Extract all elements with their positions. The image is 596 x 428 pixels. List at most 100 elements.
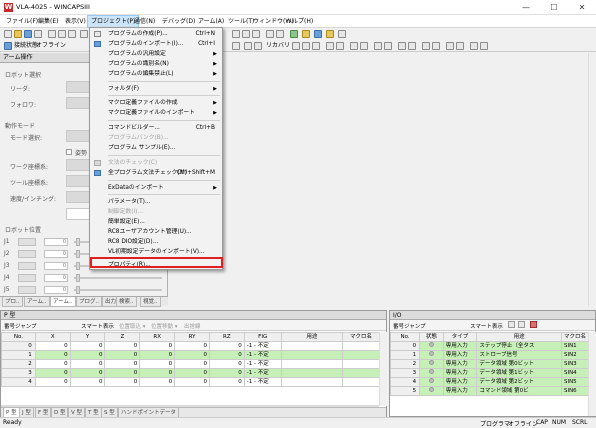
menu-item-syntax-check[interactable]: 文法のチェック(C) bbox=[91, 158, 221, 168]
connect-icon[interactable] bbox=[4, 42, 12, 50]
toolbar-icon-l[interactable] bbox=[360, 42, 368, 50]
table-row[interactable]: 1 専用入力 ストローブ信号 SIN2 bbox=[389, 350, 590, 360]
menu-item-dio-settings[interactable]: RC8 DIO設定(D)... bbox=[91, 237, 221, 247]
menu-view[interactable]: 表示(V) bbox=[62, 15, 89, 28]
monitor-icon[interactable] bbox=[314, 30, 322, 38]
menu-item-program-sample[interactable]: プログラム サンプル(E)... bbox=[91, 143, 221, 153]
recovery-button[interactable]: リカバリ bbox=[266, 42, 290, 50]
number-jump-button[interactable]: 番号ジャンプ bbox=[4, 322, 37, 330]
column-header[interactable]: マクロ名 bbox=[560, 332, 590, 342]
menu-item-parameters[interactable]: パラメータ(T)... bbox=[91, 197, 221, 207]
column-header[interactable]: マクロ名 bbox=[342, 332, 380, 342]
pause-icon[interactable] bbox=[244, 42, 252, 50]
column-header[interactable]: RY bbox=[174, 332, 210, 342]
column-header[interactable]: Z bbox=[104, 332, 141, 342]
toolbar-icon-j[interactable] bbox=[336, 42, 344, 50]
joint-jog-buttons[interactable] bbox=[18, 274, 36, 282]
joint-slider-thumb[interactable] bbox=[76, 250, 80, 258]
joint-jog-buttons[interactable] bbox=[18, 286, 36, 294]
table-row[interactable]: 5 専用入力 コマンド領域 第0ビ SIN6 bbox=[389, 386, 590, 396]
discard-line-button[interactable]: 出捨線 bbox=[184, 322, 201, 330]
column-header[interactable]: 用途 bbox=[476, 332, 562, 342]
menu-item-create-program[interactable]: プログラムの作成(P)... Ctrl+N bbox=[91, 29, 221, 39]
hand-icon[interactable] bbox=[254, 42, 262, 50]
undo-icon[interactable] bbox=[80, 30, 88, 38]
toolbar-icon-u[interactable] bbox=[470, 42, 478, 50]
joint-slider-thumb[interactable] bbox=[76, 238, 80, 246]
menu-help[interactable]: ヘルプ(H) bbox=[283, 15, 316, 28]
joint-slider-thumb[interactable] bbox=[76, 262, 80, 270]
toolbar-icon-e[interactable] bbox=[276, 30, 284, 38]
toolbar-icon-r[interactable] bbox=[432, 42, 440, 50]
toolbar-icon-q[interactable] bbox=[422, 42, 430, 50]
menu-item-exdata-import[interactable]: ExDataのインポート ▶ bbox=[91, 183, 221, 193]
menu-edit[interactable]: 編集(E) bbox=[35, 15, 61, 28]
table-row[interactable]: 4 専用入力 データ領域 第2ビット SIN5 bbox=[389, 377, 590, 387]
tool-coord-select[interactable] bbox=[66, 175, 90, 187]
joint-slider-thumb[interactable] bbox=[76, 274, 80, 282]
folder-icon[interactable] bbox=[302, 30, 310, 38]
toolbar-icon-o[interactable] bbox=[398, 42, 406, 50]
menu-item-program-settings[interactable]: プログラムの汎用設定 ▶ bbox=[91, 49, 221, 59]
speed-select[interactable] bbox=[66, 191, 90, 203]
menu-item-user-accounts[interactable]: RC8ユーザアカウント管理(U)... bbox=[91, 227, 221, 237]
io-delete-icon[interactable] bbox=[530, 321, 537, 328]
copy-icon[interactable] bbox=[58, 30, 66, 38]
menu-item-program-bank[interactable]: プログラムバンク(B)... bbox=[91, 133, 221, 143]
arrow-icon[interactable] bbox=[232, 42, 240, 50]
menu-item-command-builder[interactable]: コマンドビルダー... Ctrl+B bbox=[91, 123, 221, 133]
toolbar-icon-c[interactable] bbox=[252, 30, 260, 38]
dock-tab[interactable]: プログ.. bbox=[76, 297, 102, 307]
follower-select[interactable] bbox=[66, 97, 90, 109]
toolbar-icon-d[interactable] bbox=[266, 30, 274, 38]
leader-select[interactable] bbox=[66, 81, 90, 93]
toolbar-icon-i[interactable] bbox=[326, 42, 334, 50]
toolbar-icon-k[interactable] bbox=[350, 42, 358, 50]
work-coord-select[interactable] bbox=[66, 159, 90, 171]
column-header[interactable]: 用途 bbox=[280, 332, 344, 342]
minimize-icon[interactable]: — bbox=[512, 0, 540, 15]
settings-icon[interactable] bbox=[338, 30, 346, 38]
maximize-icon[interactable]: ☐ bbox=[540, 0, 568, 15]
table-row[interactable]: 1 0 0 0 0 0 0 -1 - 不定 bbox=[1, 350, 380, 360]
column-header[interactable]: X bbox=[34, 332, 71, 342]
p-table-scrollbar[interactable] bbox=[379, 332, 387, 406]
paste-icon[interactable] bbox=[68, 30, 76, 38]
robot-icon[interactable] bbox=[326, 30, 334, 38]
run-icon[interactable] bbox=[290, 30, 298, 38]
menu-item-easy-settings[interactable]: 簡単設定(E)... bbox=[91, 217, 221, 227]
toolbar-icon-f[interactable] bbox=[292, 42, 300, 50]
print-icon[interactable] bbox=[34, 30, 42, 38]
dock-tab[interactable]: 検索.. bbox=[116, 297, 137, 307]
dock-tab[interactable]: 視覚.. bbox=[140, 297, 161, 307]
position-capture-button[interactable]: 位置取込 ▾ bbox=[119, 322, 146, 330]
io-number-jump-button[interactable]: 番号ジャンプ bbox=[393, 322, 426, 330]
toolbar-icon-h[interactable] bbox=[312, 42, 320, 50]
menu-item-control-constants[interactable]: 制御定数(I)... bbox=[91, 207, 221, 217]
toolbar-icon-b[interactable] bbox=[242, 30, 250, 38]
io-table-scrollbar[interactable] bbox=[588, 332, 596, 416]
io-smart-view-button[interactable]: スマート表示 bbox=[470, 322, 503, 330]
menu-item-syntax-check-all[interactable]: 全プログラム文法チェック(M) Ctrl+Shift+M bbox=[91, 168, 221, 178]
io-filter-icon[interactable] bbox=[508, 321, 515, 328]
menu-item-macro-create[interactable]: マクロ定義ファイルの作成 ▶ bbox=[91, 98, 221, 108]
table-row[interactable]: 3 専用入力 データ領域 第1ビット SIN4 bbox=[389, 368, 590, 378]
position-move-button[interactable]: 位置移動 ▾ bbox=[151, 322, 178, 330]
column-header[interactable]: FIG bbox=[243, 332, 282, 342]
table-row[interactable]: 2 0 0 0 0 0 0 -1 - 不定 bbox=[1, 359, 380, 369]
menu-item-program-identifier[interactable]: プログラムの識別名(N) ▶ bbox=[91, 59, 221, 69]
joint-slider-thumb[interactable] bbox=[76, 286, 80, 294]
joint-jog-buttons[interactable] bbox=[18, 238, 36, 246]
toolbar-icon-t[interactable] bbox=[456, 42, 464, 50]
column-header[interactable]: 状態 bbox=[419, 332, 444, 342]
column-header[interactable]: No. bbox=[1, 332, 36, 342]
table-row[interactable]: 2 専用入力 データ領域 第0ビット SIN3 bbox=[389, 359, 590, 369]
table-row[interactable]: 4 0 0 0 0 0 0 -1 - 不定 bbox=[1, 377, 380, 387]
menu-item-macro-import[interactable]: マクロ定義ファイルのインポート ▶ bbox=[91, 108, 221, 118]
toolbar-icon-p[interactable] bbox=[408, 42, 416, 50]
table-row[interactable]: 0 0 0 0 0 0 0 -1 - 不定 bbox=[1, 341, 380, 351]
menu-item-folder[interactable]: フォルダ(F) ▶ bbox=[91, 84, 221, 94]
column-header[interactable]: RZ bbox=[208, 332, 245, 342]
cut-icon[interactable] bbox=[48, 30, 56, 38]
posture-checkbox[interactable] bbox=[66, 149, 72, 155]
